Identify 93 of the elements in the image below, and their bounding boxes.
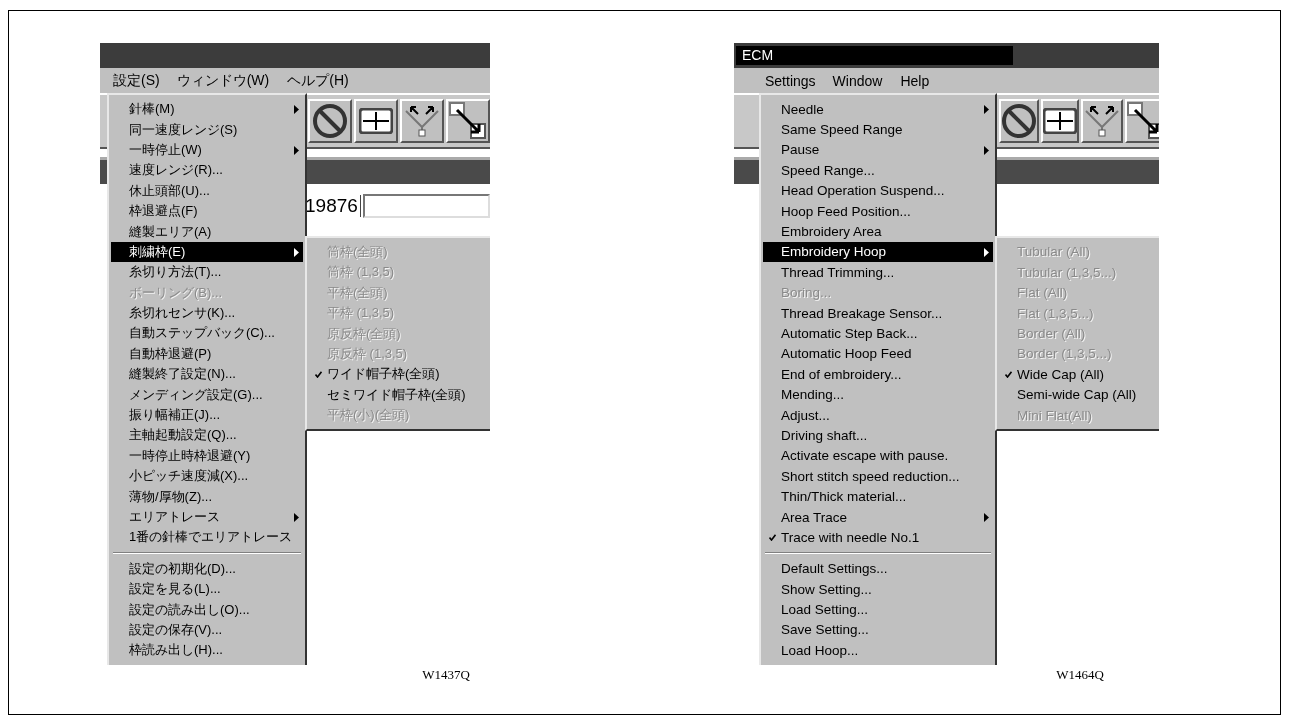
menu-item[interactable]: Trace with needle No.1	[763, 527, 993, 548]
menu-item[interactable]: Speed Range...	[763, 160, 993, 181]
menu-item[interactable]: 設定を見る(L)...	[111, 579, 303, 600]
menu-item[interactable]: 設定の初期化(D)...	[111, 558, 303, 579]
menu-item[interactable]: Area Trace	[763, 506, 993, 528]
menu-item[interactable]: Mending...	[763, 384, 993, 405]
menu-item[interactable]: 主軸起動設定(Q)...	[111, 425, 303, 446]
menu-item[interactable]: Save Setting...	[763, 619, 993, 641]
menu-item[interactable]: メンディング設定(G)...	[111, 384, 303, 405]
menu-item[interactable]: Driving shaft...	[763, 425, 993, 446]
menu-item[interactable]: 自動枠退避(P)	[111, 343, 303, 365]
menu-item[interactable]: Show Setting...	[763, 579, 993, 600]
menu-item[interactable]: Automatic Step Back...	[763, 323, 993, 344]
menu-bar-item[interactable]: Settings	[759, 70, 822, 91]
menu-item[interactable]: 縫製エリア(A)	[111, 221, 303, 242]
split-arrows-icon	[403, 103, 441, 139]
menu-item[interactable]: 枠読み出し(H)...	[111, 640, 303, 661]
split-arrows-icon	[1083, 103, 1121, 139]
menu-item[interactable]: 休止頭部(U)...	[111, 180, 303, 201]
menu-item[interactable]: End of embroidery...	[763, 364, 993, 385]
menu-item[interactable]: Automatic Hoop Feed	[763, 343, 993, 365]
input-field[interactable]	[362, 194, 490, 218]
menu-item[interactable]: 枠退避点(F)	[111, 200, 303, 222]
menu-item[interactable]: Head Operation Suspend...	[763, 180, 993, 201]
menu-item[interactable]: 縫製終了設定(N)...	[111, 364, 303, 385]
menu-item[interactable]: 刺繍枠(E)	[111, 241, 303, 263]
menu-item[interactable]: Thin/Thick material...	[763, 486, 993, 507]
menu-item[interactable]: Same Speed Range	[763, 119, 993, 140]
menu-item[interactable]: 一時停止時枠退避(Y)	[111, 445, 303, 467]
menu-item[interactable]: Activate escape with pause.	[763, 445, 993, 467]
caret-icon	[294, 247, 299, 257]
toolbar-button[interactable]	[354, 99, 398, 143]
menu-item[interactable]: Needle	[763, 99, 993, 120]
diagonal-arrow-icon	[1127, 102, 1159, 140]
menu-item[interactable]: Semi-wide Cap (All)	[999, 384, 1159, 405]
menu-item[interactable]: 1番の針棒でエリアトレース	[111, 527, 303, 548]
menu-item[interactable]: 針棒(M)	[111, 99, 303, 120]
menu-item[interactable]: Default Settings...	[763, 558, 993, 579]
caret-icon	[294, 105, 299, 114]
check-icon	[1005, 371, 1012, 379]
grid-icon	[359, 108, 393, 134]
caret-icon	[294, 512, 299, 522]
no-sign-icon	[312, 103, 348, 139]
menu-bar-item[interactable]: ウィンドウ(W)	[169, 68, 277, 93]
menu-item[interactable]: Wide Cap (All)	[999, 364, 1159, 385]
menu-item[interactable]: 設定の読み出し(O)...	[111, 599, 303, 620]
menu-item[interactable]: Adjust...	[763, 404, 993, 426]
menu-item[interactable]: Pause	[763, 139, 993, 161]
menu-item[interactable]: 同一速度レンジ(S)	[111, 119, 303, 140]
menu-item[interactable]: 糸切り方法(T)...	[111, 262, 303, 283]
menu-item[interactable]: 自動ステップバック(C)...	[111, 323, 303, 344]
toolbar-button[interactable]	[999, 99, 1039, 143]
caret-icon	[984, 512, 989, 522]
menu-bar-item[interactable]: Help	[893, 69, 937, 92]
menu-item[interactable]: 一時停止(W)	[111, 139, 303, 161]
toolbar-button[interactable]	[1041, 99, 1079, 143]
figure-caption: W1464Q	[1056, 667, 1104, 683]
menu-bar-item[interactable]: Window	[825, 69, 890, 92]
menu-item[interactable]: Thread Breakage Sensor...	[763, 302, 993, 324]
toolbar-button[interactable]	[400, 99, 444, 143]
window-title: ECM	[736, 46, 1013, 65]
menu-item[interactable]: Hoop Feed Position...	[763, 200, 993, 222]
menu-item[interactable]: Thread Trimming...	[763, 262, 993, 283]
menu-item[interactable]: Load Hoop...	[763, 640, 993, 661]
menu-item[interactable]: 速度レンジ(R)...	[111, 160, 303, 181]
menu-item[interactable]: エリアトレース	[111, 506, 303, 528]
menu-bar-item[interactable]: ヘルプ(H)	[280, 68, 356, 93]
menu-item[interactable]: Short stitch speed reduction...	[763, 466, 993, 487]
caret-icon	[984, 105, 989, 114]
check-icon	[769, 534, 776, 542]
diagonal-arrow-icon	[449, 102, 487, 140]
figure-caption: W1437Q	[422, 667, 470, 683]
caret-icon	[294, 145, 299, 155]
toolbar-button[interactable]	[1081, 99, 1123, 143]
menu-item[interactable]: 設定の保存(V)...	[111, 619, 303, 641]
menu-item[interactable]: Load Setting...	[763, 599, 993, 620]
menu-item[interactable]: ワイド帽子枠(全頭)	[309, 364, 490, 385]
toolbar-button[interactable]	[1125, 99, 1159, 143]
menu-item[interactable]: 薄物/厚物(Z)...	[111, 486, 303, 507]
caret-icon	[984, 247, 989, 257]
toolbar-button[interactable]	[308, 99, 352, 143]
no-sign-icon	[1001, 103, 1037, 139]
menu-item[interactable]: Embroidery Area	[763, 221, 993, 242]
caret-icon	[984, 145, 989, 155]
menu-item[interactable]: 糸切れセンサ(K)...	[111, 302, 303, 324]
menu-item[interactable]: 小ピッチ速度減(X)...	[111, 466, 303, 487]
menu-bar-item[interactable]: 設定(S)	[107, 69, 166, 92]
menu-item[interactable]: Embroidery Hoop	[763, 241, 993, 263]
grid-icon	[1043, 108, 1077, 134]
toolbar-button[interactable]	[446, 99, 490, 143]
menu-item[interactable]: 振り幅補正(J)...	[111, 404, 303, 426]
menu-item[interactable]: セミワイド帽子枠(全頭)	[309, 384, 490, 405]
check-icon	[315, 371, 322, 379]
